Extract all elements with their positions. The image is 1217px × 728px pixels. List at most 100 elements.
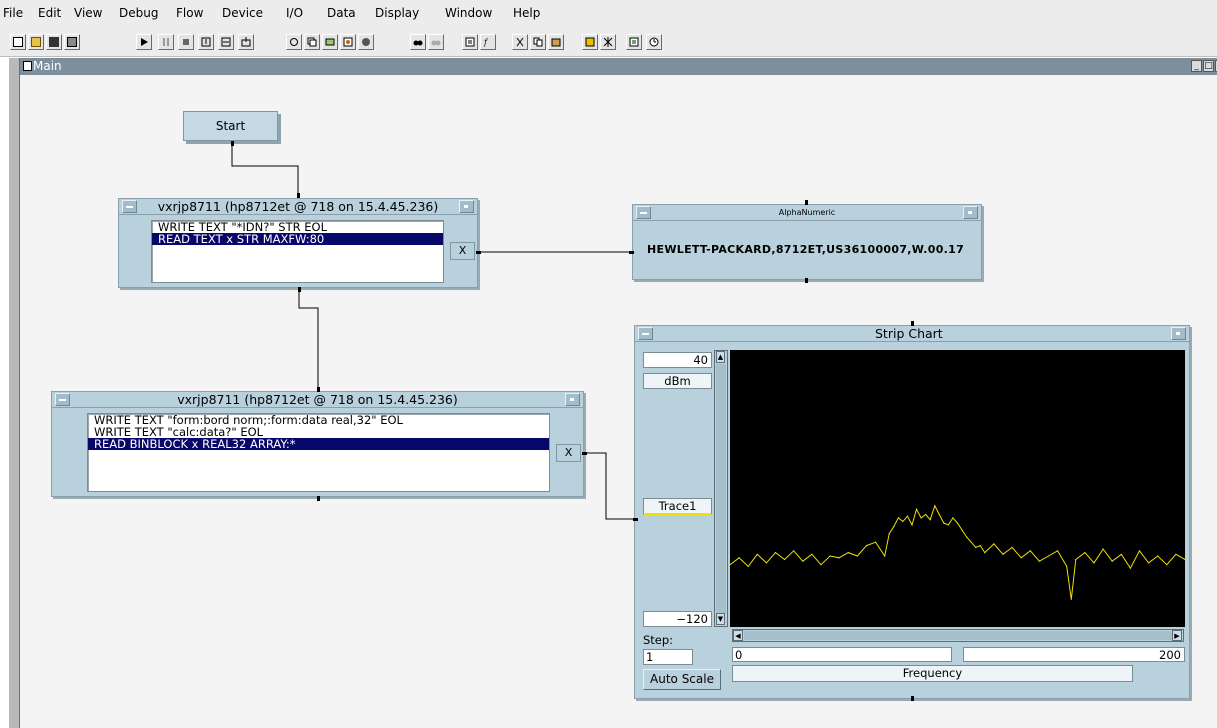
io-object-idn[interactable]: vxrjp8711 (hp8712et @ 718 on 15.4.45.236…	[118, 198, 478, 288]
alphanumeric-titlebar[interactable]: AlphaNumeric	[633, 205, 981, 221]
trace-point	[956, 522, 959, 524]
vertical-scroll-thumb[interactable]	[716, 364, 726, 614]
y-unit-field[interactable]: dBm	[643, 373, 712, 389]
trace-point	[1070, 598, 1072, 600]
trace-point	[793, 550, 795, 552]
step-field[interactable]: 1	[643, 649, 693, 665]
alphanumeric-display[interactable]: AlphaNumeric HEWLETT-PACKARD,8712ET,US36…	[632, 204, 982, 280]
trace-point	[1057, 550, 1059, 552]
trace-point	[1020, 557, 1022, 559]
trace-point	[938, 513, 940, 516]
trace-point	[970, 541, 972, 543]
transaction-line[interactable]: READ BINBLOCK x REAL32 ARRAY:*	[88, 438, 549, 450]
io-object-idn-seq-out	[298, 287, 301, 292]
trace-point	[979, 545, 981, 547]
strip-chart-titlebar[interactable]: Strip Chart	[635, 326, 1189, 342]
trace-point	[925, 513, 927, 516]
y-max-field[interactable]: 40	[643, 352, 712, 368]
trace-point	[961, 529, 963, 531]
io-object-data-title: vxrjp8711 (hp8712et @ 718 on 15.4.45.236…	[177, 392, 458, 407]
output-pin-x[interactable]: X	[450, 242, 475, 260]
trace-point	[993, 543, 995, 545]
scroll-right-icon[interactable]: ▶	[1172, 630, 1182, 641]
io-object-data-data-out	[582, 452, 587, 455]
alphanumeric-value: HEWLETT-PACKARD,8712ET,US36100007,W.00.1…	[647, 243, 965, 256]
step-label: Step:	[643, 633, 674, 647]
trace-point	[1129, 567, 1131, 569]
io-object-data-titlebar[interactable]: vxrjp8711 (hp8712et @ 718 on 15.4.45.236…	[52, 392, 583, 408]
trace-point	[920, 517, 922, 519]
strip-chart-seq-in	[911, 321, 914, 326]
transaction-line[interactable]: READ TEXT x STR MAXFW:80	[152, 233, 443, 245]
start-button[interactable]: Start	[183, 111, 278, 141]
trace-point	[1175, 553, 1177, 555]
minimize-icon[interactable]	[122, 200, 137, 213]
io-object-data-seq-out	[317, 496, 320, 501]
maximize-icon[interactable]	[565, 393, 580, 406]
minimize-icon[interactable]	[55, 393, 70, 406]
y-min-field[interactable]: −120	[643, 611, 712, 627]
output-pin-x[interactable]: X	[556, 444, 581, 462]
io-object-data[interactable]: vxrjp8711 (hp8712et @ 718 on 15.4.45.236…	[51, 391, 584, 497]
trace-point	[738, 557, 740, 559]
trace-point	[847, 552, 849, 554]
trace-point	[838, 557, 840, 559]
trace-point	[897, 517, 899, 519]
io-object-idn-seq-in	[297, 193, 300, 198]
io-transaction-list[interactable]: WRITE TEXT "form:bord norm;:form:data re…	[87, 413, 550, 492]
minimize-icon[interactable]	[638, 327, 653, 340]
trace-label[interactable]: Trace1	[643, 498, 712, 515]
scroll-left-icon[interactable]: ◀	[733, 630, 743, 641]
x-axis-label[interactable]: Frequency	[732, 665, 1133, 682]
trace-point	[875, 541, 877, 543]
trace-point	[811, 553, 813, 555]
trace-point	[934, 505, 936, 507]
trace-point	[952, 517, 954, 519]
strip-chart-title: Strip Chart	[875, 326, 943, 341]
trace-point	[1066, 565, 1068, 567]
trace-point	[906, 515, 909, 517]
scroll-down-icon[interactable]: ▼	[716, 613, 725, 625]
trace-point	[911, 524, 913, 526]
vertical-scrollbar[interactable]	[714, 350, 728, 627]
io-object-idn-titlebar[interactable]: vxrjp8711 (hp8712et @ 718 on 15.4.45.236…	[119, 199, 477, 215]
trace-point	[1075, 558, 1077, 561]
trace-point	[1148, 562, 1150, 564]
alphanumeric-data-in	[629, 251, 634, 254]
trace-point	[1029, 550, 1031, 552]
trace-point	[774, 552, 777, 554]
trace-point	[1120, 553, 1122, 555]
x-max-field[interactable]: 200	[963, 647, 1185, 662]
x-min-field[interactable]: 0	[732, 647, 952, 662]
horizontal-scrollbar[interactable]	[732, 629, 1184, 642]
trace-point	[915, 508, 918, 510]
scroll-up-icon[interactable]: ▲	[716, 351, 725, 363]
alphanumeric-title: AlphaNumeric	[778, 208, 836, 217]
trace-point	[747, 565, 749, 567]
io-object-idn-title: vxrjp8711 (hp8712et @ 718 on 15.4.45.236…	[157, 199, 439, 214]
trace-point	[765, 562, 767, 564]
trace-point	[865, 545, 868, 547]
trace-point	[943, 522, 945, 524]
maximize-icon[interactable]	[1171, 327, 1186, 340]
io-transaction-list[interactable]: WRITE TEXT "*IDN?" STR EOL READ TEXT x ST…	[151, 220, 444, 283]
io-object-data-seq-in	[317, 387, 320, 392]
maximize-icon[interactable]	[459, 200, 474, 213]
trace-point	[802, 560, 804, 562]
trace-point	[820, 564, 822, 566]
trace-point	[1038, 560, 1040, 562]
trace-point	[1093, 562, 1095, 564]
strip-chart-trace-svg	[730, 504, 1185, 600]
trace-point	[1157, 555, 1159, 557]
horizontal-scroll-thumb[interactable]	[744, 631, 1172, 640]
maximize-icon[interactable]	[963, 206, 978, 219]
alphanumeric-seq-in	[805, 200, 808, 205]
strip-chart-data-in	[633, 518, 638, 521]
trace-point	[975, 546, 977, 548]
auto-scale-button[interactable]: Auto Scale	[643, 669, 721, 690]
trace-point	[884, 555, 886, 557]
minimize-icon[interactable]	[636, 206, 651, 219]
trace-point	[1111, 560, 1113, 562]
start-sequence-out-pin	[231, 141, 234, 146]
strip-chart-seq-out	[911, 696, 914, 701]
